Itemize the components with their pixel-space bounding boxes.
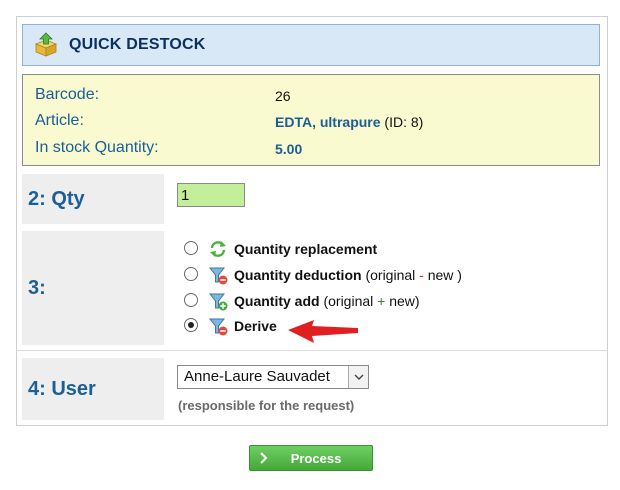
page-title: QUICK DESTOCK (69, 36, 206, 53)
user-hint: (responsible for the request) (178, 398, 355, 413)
radio-quantity-deduction[interactable] (184, 267, 198, 281)
option-suffix: new) (385, 293, 420, 309)
option-label: Quantity replacement (234, 241, 378, 257)
process-button[interactable]: Process (249, 445, 373, 471)
article-value: EDTA, ultrapure (ID: 8) (275, 114, 423, 130)
box-upload-icon (34, 32, 58, 57)
section-divider (16, 350, 608, 351)
radio-quantity-replacement[interactable] (184, 241, 198, 255)
dropdown-button[interactable] (348, 366, 368, 388)
funnel-minus-icon (208, 318, 228, 336)
step-4-label: 4: User (22, 358, 164, 420)
step-3-label: 3: (22, 231, 164, 345)
stock-label: In stock Quantity: (35, 139, 159, 156)
option-label: Derive (234, 318, 277, 334)
process-button-label: Process (290, 451, 342, 466)
radio-derive[interactable] (184, 318, 198, 332)
red-arrow-annotation (288, 320, 358, 343)
option-suffix: (original (323, 293, 378, 309)
article-id: (ID: 8) (384, 114, 424, 130)
refresh-icon (210, 241, 226, 257)
article-info-box: Barcode: 26 Article: EDTA, ultrapure (ID… (22, 74, 600, 166)
option-suffix: (original (365, 267, 420, 283)
chevron-down-icon (354, 374, 364, 380)
step-2-label: 2: Qty (22, 174, 164, 224)
funnel-minus-icon (208, 267, 228, 285)
quantity-input[interactable] (177, 183, 245, 207)
stock-value: 5.00 (275, 141, 303, 157)
panel-header: QUICK DESTOCK (22, 24, 600, 66)
barcode-value: 26 (275, 88, 291, 104)
option-label: Quantity deduction (234, 267, 362, 283)
user-select[interactable]: Anne-Laure Sauvadet (177, 365, 369, 389)
article-link[interactable]: EDTA, ultrapure (275, 114, 381, 130)
radio-quantity-add[interactable] (184, 293, 198, 307)
funnel-plus-icon (208, 293, 228, 311)
option-suffix: new ) (423, 267, 462, 283)
option-label: Quantity add (234, 293, 320, 309)
user-select-value: Anne-Laure Sauvadet (184, 368, 330, 385)
article-label: Article: (35, 112, 84, 129)
barcode-label: Barcode: (35, 86, 100, 103)
